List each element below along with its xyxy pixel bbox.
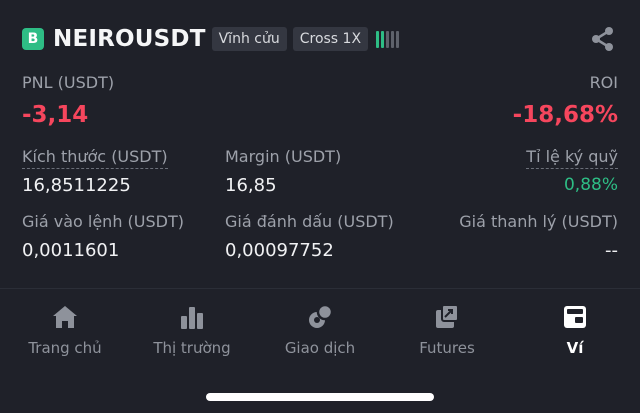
nav-item-futures[interactable]: Futures [382, 296, 512, 357]
nav-item-trade[interactable]: Giao dịch [255, 296, 385, 357]
roi-value: -18,68% [512, 102, 618, 128]
nav-label: Giao dịch [284, 339, 356, 357]
margin-ratio-label[interactable]: Tỉ lệ ký quỹ [526, 147, 618, 169]
margin-mode-tag[interactable]: Cross 1X [292, 27, 369, 51]
mark-price-label: Giá đánh dấu (USDT) [225, 212, 394, 231]
side-badge: B [22, 28, 44, 50]
margin-label: Margin (USDT) [225, 147, 342, 166]
divider [0, 288, 640, 289]
nav-item-wallet[interactable]: Ví [510, 296, 640, 357]
symbol-title[interactable]: NEIROUSDT [53, 26, 206, 52]
futures-icon [436, 304, 459, 328]
share-icon[interactable] [588, 24, 618, 54]
liq-price-label: Giá thanh lý (USDT) [459, 212, 618, 231]
roi-label: ROI [589, 73, 618, 92]
entry-price-label: Giá vào lệnh (USDT) [22, 212, 184, 231]
nav-label: Trang chủ [28, 339, 102, 357]
margin-value: 16,85 [225, 175, 277, 196]
nav-label: Ví [566, 339, 584, 357]
margin-ratio-value: 0,88% [563, 175, 618, 195]
size-label[interactable]: Kích thước (USDT) [22, 147, 168, 169]
risk-bar [376, 30, 380, 48]
nav-label: Thị trường [153, 339, 231, 357]
nav-label: Futures [419, 339, 475, 357]
home-indicator[interactable] [206, 393, 434, 401]
risk-bar [381, 30, 385, 48]
position-header: B NEIROUSDT Vĩnh cửu Cross 1X [22, 22, 618, 56]
risk-bar [391, 30, 395, 48]
risk-bar [396, 30, 400, 48]
home-icon [53, 306, 77, 328]
risk-bar [386, 30, 390, 48]
nav-item-home[interactable]: Trang chủ [0, 296, 130, 357]
pnl-value: -3,14 [22, 102, 89, 128]
trade-icon [309, 303, 334, 328]
liq-price-value: -- [605, 240, 618, 261]
entry-price-value: 0,0011601 [22, 240, 120, 261]
bar-chart-icon [181, 307, 203, 329]
bottom-nav: Trang chủ Thị trường Giao dịch Futures V… [0, 296, 640, 366]
risk-level-indicator [376, 30, 400, 48]
contract-type-tag: Vĩnh cửu [211, 27, 287, 51]
size-value: 16,8511225 [22, 175, 131, 196]
mark-price-value: 0,00097752 [225, 240, 334, 261]
wallet-icon [564, 306, 586, 328]
nav-item-markets[interactable]: Thị trường [127, 296, 257, 357]
pnl-label: PNL (USDT) [22, 73, 115, 92]
